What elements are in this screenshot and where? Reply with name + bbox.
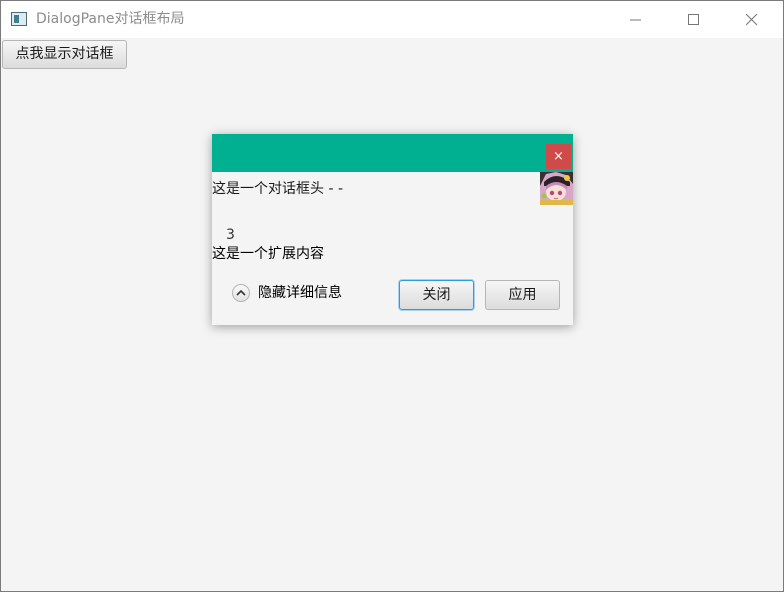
dialog-header-bar[interactable]: [212, 134, 573, 172]
window-title: DialogPane对话框布局: [36, 11, 185, 27]
avatar-image: [540, 172, 573, 205]
minimize-button[interactable]: [613, 1, 659, 38]
app-window-icon: [11, 12, 27, 26]
window-close-button[interactable]: [729, 1, 775, 38]
minimize-icon: [630, 19, 641, 21]
dialog-expandable-content: 这是一个扩展内容: [212, 246, 324, 262]
show-dialog-button[interactable]: 点我显示对话框: [2, 40, 127, 69]
details-toggle-label[interactable]: 隐藏详细信息: [258, 284, 342, 302]
apply-button[interactable]: 应用: [485, 280, 560, 310]
close-icon: [746, 14, 758, 26]
chevron-up-icon[interactable]: [232, 284, 250, 302]
maximize-button[interactable]: [671, 1, 717, 38]
title-bar[interactable]: DialogPane对话框布局: [1, 1, 783, 38]
dialog-content-text: 3: [226, 227, 235, 243]
dialog-pane: × 这是一个对话框头 - - 3 这是一个扩展内容 隐藏详细信息 关闭 应用: [212, 134, 573, 325]
dialog-close-button[interactable]: ×: [546, 144, 571, 169]
close-button[interactable]: 关闭: [399, 280, 474, 310]
main-content: 点我显示对话框 × 这是一个对话框头 - - 3 这是一个扩展内容 隐藏详细信息…: [1, 38, 783, 591]
maximize-icon: [688, 14, 699, 25]
app-window: DialogPane对话框布局 点我显示对话框 × 这是一个对话框头 - - 3…: [0, 0, 784, 592]
dialog-header-text: 这是一个对话框头 - -: [212, 181, 344, 197]
